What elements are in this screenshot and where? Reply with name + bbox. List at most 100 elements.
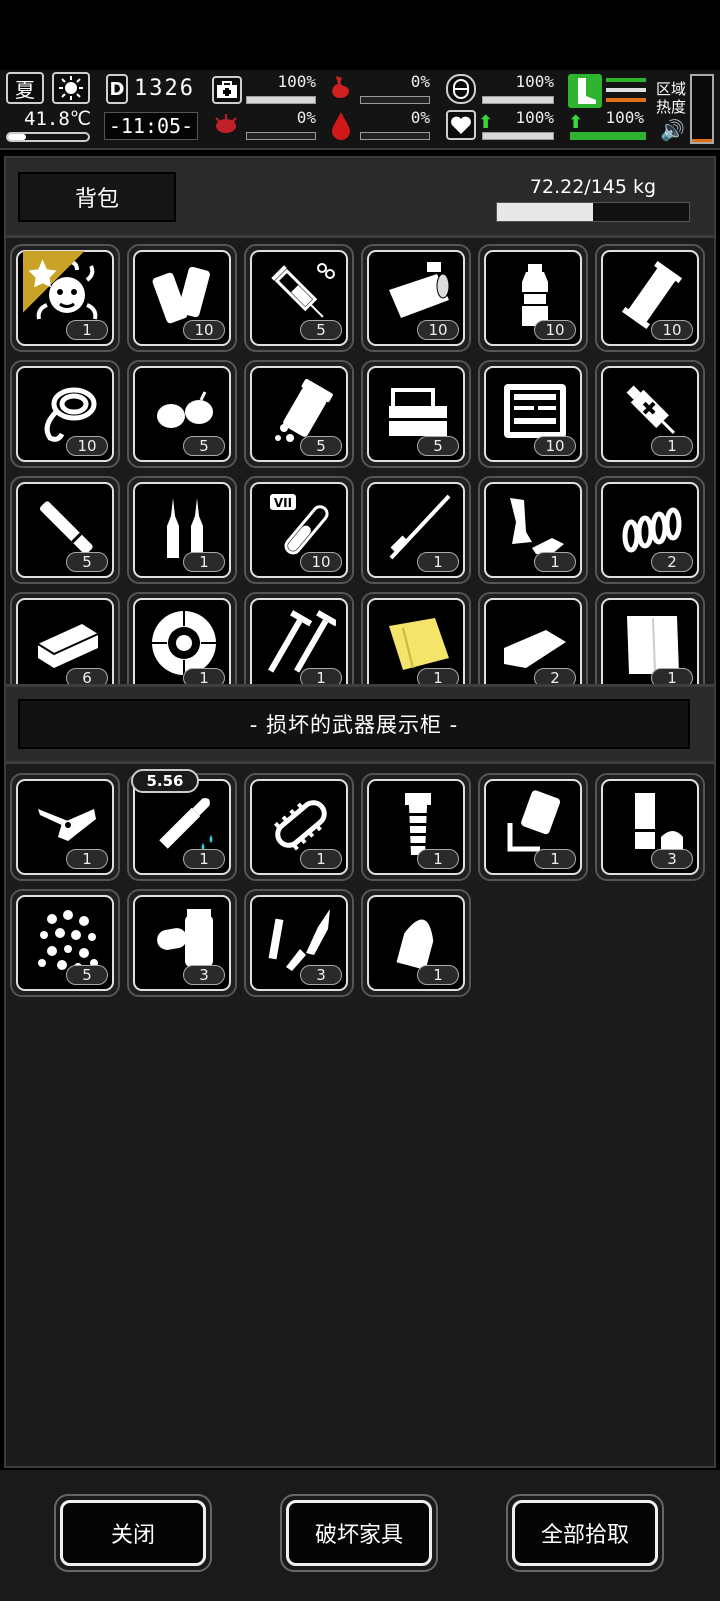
container-slot[interactable]: 3 bbox=[127, 889, 237, 997]
slot-frame: 1 bbox=[484, 779, 582, 875]
backpack-slot[interactable]: 5 bbox=[10, 476, 120, 584]
backpack-slot[interactable]: 2 bbox=[478, 592, 588, 684]
day-counter: 1326 bbox=[134, 76, 195, 101]
area-heat-label-line2: 热度 bbox=[656, 98, 687, 116]
close-button-label: 关闭 bbox=[60, 1500, 206, 1566]
backpack-slot[interactable]: 10 bbox=[10, 360, 120, 468]
container-slot[interactable]: 1 bbox=[478, 773, 588, 881]
stomach-icon bbox=[326, 74, 356, 104]
heart-icon bbox=[446, 110, 476, 140]
backpack-slot[interactable]: 1 bbox=[361, 592, 471, 684]
container-slot[interactable]: 5 bbox=[10, 889, 120, 997]
backpack-header: 背包 72.22/145 kg bbox=[6, 158, 714, 238]
backpack-slot[interactable]: 1 bbox=[361, 476, 471, 584]
item-count: 5 bbox=[300, 436, 342, 456]
item-count: 3 bbox=[300, 965, 342, 985]
hunger-bar bbox=[360, 96, 430, 104]
backpack-slot[interactable]: 1 bbox=[244, 592, 354, 684]
take-all-label: 全部拾取 bbox=[512, 1500, 658, 1566]
health-bar bbox=[246, 96, 316, 104]
container-slot[interactable]: 1 bbox=[244, 773, 354, 881]
item-count: 5 bbox=[66, 552, 108, 572]
favorite-star-icon bbox=[10, 244, 85, 313]
movement-value: 100% bbox=[605, 108, 644, 127]
item-count: 10 bbox=[66, 436, 108, 456]
backpack-slot[interactable]: 5 bbox=[361, 360, 471, 468]
container-slot[interactable]: 1 bbox=[361, 889, 471, 997]
backpack-slot[interactable]: 10 bbox=[478, 360, 588, 468]
slot-frame: 5 bbox=[367, 366, 465, 462]
health-value: 100% bbox=[277, 72, 316, 91]
item-count: 5 bbox=[417, 436, 459, 456]
slot-frame: 10 bbox=[16, 366, 114, 462]
mood-value: 100% bbox=[515, 108, 554, 127]
backpack-slot[interactable]: 10 bbox=[478, 244, 588, 352]
area-heat-meter bbox=[690, 74, 714, 144]
backpack-slot[interactable]: 1 bbox=[595, 360, 705, 468]
container-slot[interactable]: 1 bbox=[10, 773, 120, 881]
slot-frame: 5 bbox=[16, 482, 114, 578]
survival-hud: 夏 41.8℃ D 1326 -11:05- 100% 0% 0% 0% 100… bbox=[0, 70, 720, 150]
item-count: 5 bbox=[183, 436, 225, 456]
backpack-slot[interactable]: 5 bbox=[127, 360, 237, 468]
backpack-slot[interactable]: 1 bbox=[127, 476, 237, 584]
container-header: - 损坏的武器展示柜 - bbox=[6, 684, 714, 764]
backpack-slot[interactable]: 1 bbox=[478, 476, 588, 584]
destroy-furniture-label: 破坏家具 bbox=[286, 1500, 432, 1566]
temperature-readout: 41.8℃ bbox=[24, 108, 92, 130]
loot-panel: 背包 72.22/145 kg 1 10 5 10 10 10 10 5 5 5 10 1 5 1 VII 1… bbox=[4, 156, 716, 1468]
take-all-button[interactable]: 全部拾取 bbox=[506, 1494, 664, 1572]
backpack-slot[interactable]: 5 bbox=[244, 244, 354, 352]
body-status-line-1 bbox=[606, 78, 646, 82]
item-count: 10 bbox=[417, 320, 459, 340]
item-count: 3 bbox=[183, 965, 225, 985]
backpack-slot[interactable]: VII 10 bbox=[244, 476, 354, 584]
item-count: 1 bbox=[183, 668, 225, 684]
backpack-slot[interactable]: 10 bbox=[595, 244, 705, 352]
backpack-slot[interactable]: 10 bbox=[127, 244, 237, 352]
container-slot[interactable]: 1 bbox=[361, 773, 471, 881]
slot-frame: 10 bbox=[133, 250, 231, 346]
backpack-grid: 1 10 5 10 10 10 10 5 5 5 10 1 5 1 VII 10 1 1 2 6 1 1 1 2 1 bbox=[10, 244, 709, 684]
item-count: 5 bbox=[300, 320, 342, 340]
item-count: 1 bbox=[417, 849, 459, 869]
svg-text:VII: VII bbox=[274, 496, 292, 510]
container-slot[interactable]: 3 bbox=[244, 889, 354, 997]
backpack-slot[interactable]: 1 bbox=[127, 592, 237, 684]
slot-frame: 1 bbox=[367, 482, 465, 578]
close-button[interactable]: 关闭 bbox=[54, 1494, 212, 1572]
backpack-slot[interactable]: 1 bbox=[595, 592, 705, 684]
stamina-value: 100% bbox=[515, 72, 554, 91]
slot-frame: 5 bbox=[16, 895, 114, 991]
medkit-icon bbox=[212, 76, 242, 104]
backpack-slot[interactable]: 1 bbox=[10, 244, 120, 352]
slot-frame: 6 bbox=[16, 598, 114, 684]
backpack-tab[interactable]: 背包 bbox=[18, 172, 176, 222]
backpack-slot[interactable]: 2 bbox=[595, 476, 705, 584]
item-count: 5 bbox=[66, 965, 108, 985]
action-bar: 关闭 破坏家具 全部拾取 bbox=[0, 1470, 720, 1601]
backpack-slot[interactable]: 10 bbox=[361, 244, 471, 352]
clock-readout: -11:05- bbox=[104, 112, 198, 140]
container-slot[interactable]: 1 5.56 bbox=[127, 769, 237, 881]
area-heat-label: 区域 热度 bbox=[656, 80, 686, 116]
bleeding-value: 0% bbox=[410, 108, 430, 127]
backpack-slot[interactable]: 5 bbox=[244, 360, 354, 468]
mood-bar bbox=[482, 132, 554, 140]
slot-frame: 1 bbox=[133, 482, 231, 578]
slot-frame: 1 bbox=[250, 779, 348, 875]
item-count: 1 bbox=[534, 552, 576, 572]
destroy-furniture-button[interactable]: 破坏家具 bbox=[280, 1494, 438, 1572]
infection-value: 0% bbox=[296, 108, 316, 127]
virus-icon bbox=[212, 112, 242, 140]
status-bar bbox=[0, 0, 720, 70]
backpack-slot[interactable]: 6 bbox=[10, 592, 120, 684]
season-badge: 夏 bbox=[6, 72, 44, 104]
slot-frame: 5 bbox=[250, 250, 348, 346]
container-slot[interactable]: 3 bbox=[595, 773, 705, 881]
hunger-value: 0% bbox=[410, 72, 430, 91]
slot-frame: 10 bbox=[484, 250, 582, 346]
speaker-icon[interactable]: 🔊 bbox=[660, 118, 685, 142]
weight-bar bbox=[496, 202, 690, 222]
slot-frame: 5 bbox=[133, 366, 231, 462]
